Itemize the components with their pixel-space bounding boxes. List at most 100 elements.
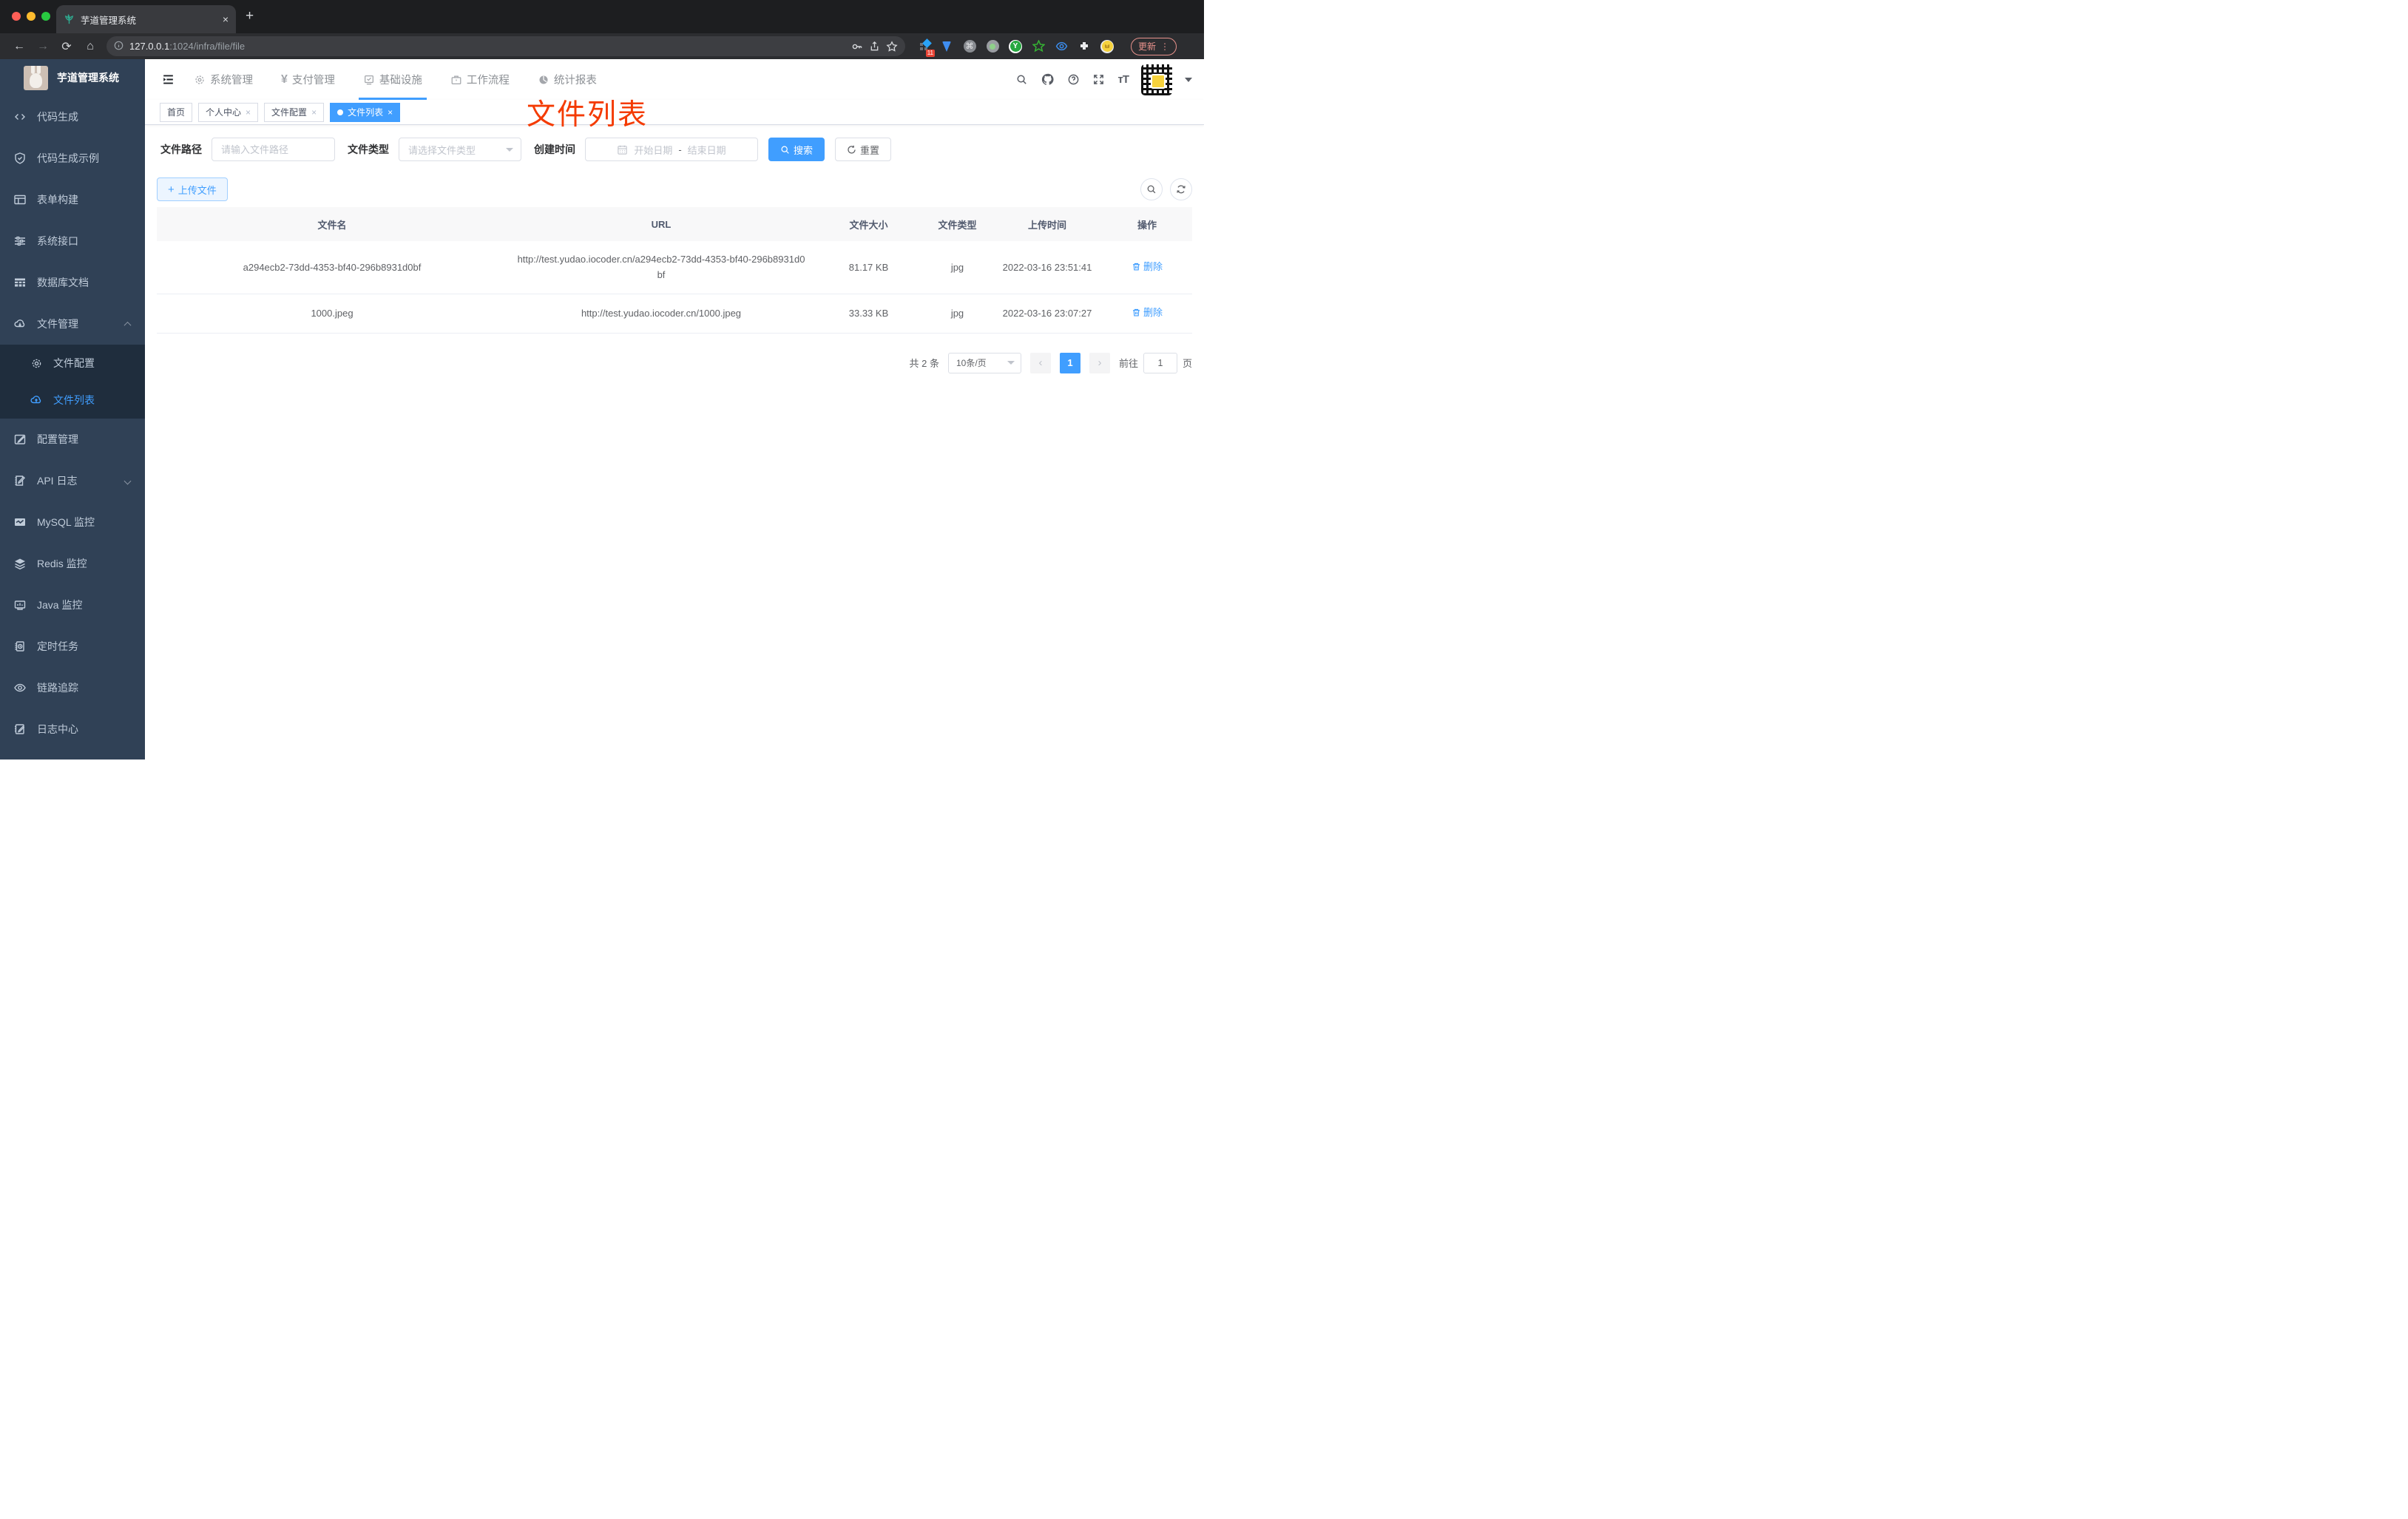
file-path-input[interactable]	[221, 143, 325, 155]
search-icon[interactable]	[1015, 73, 1028, 86]
file-type-select[interactable]: 请选择文件类型	[399, 138, 521, 161]
sidebar-item-db-doc[interactable]: 数据库文档	[0, 262, 145, 303]
site-info-icon[interactable]	[114, 41, 124, 53]
reload-icon[interactable]: ⟳	[55, 39, 78, 54]
extension-eye-icon[interactable]	[1055, 40, 1068, 53]
monitor-icon	[13, 598, 27, 612]
sidebar-item-tracing[interactable]: 链路追踪	[0, 667, 145, 708]
tag-file-config[interactable]: 文件配置 ×	[264, 102, 325, 122]
file-path-field[interactable]	[212, 138, 335, 161]
minimize-window-button[interactable]	[27, 12, 35, 21]
cloud-upload-icon	[30, 393, 43, 407]
extensions-puzzle-icon[interactable]	[1078, 40, 1091, 53]
sidebar-group-api-log[interactable]: API 日志	[0, 460, 145, 501]
font-size-icon[interactable]: тT	[1117, 73, 1129, 86]
next-page-button[interactable]: ›	[1089, 352, 1110, 373]
sidebar-item-log-center[interactable]: 日志中心	[0, 708, 145, 750]
tab-close-icon[interactable]: ×	[223, 13, 229, 25]
close-window-button[interactable]	[12, 12, 21, 21]
prev-page-button[interactable]: ‹	[1029, 352, 1051, 373]
close-icon[interactable]: ×	[246, 107, 251, 118]
page-size-select[interactable]: 10条/页	[947, 352, 1021, 373]
col-file-type: 文件类型	[922, 207, 992, 241]
sidebar-item-system-api[interactable]: 系统接口	[0, 220, 145, 262]
browser-tab-strip: 芋道管理系统 × +	[0, 0, 1204, 33]
note-edit-icon	[13, 723, 27, 736]
address-bar[interactable]: 127.0.0.1:1024/infra/file/file	[106, 36, 905, 56]
back-icon[interactable]: ←	[7, 40, 31, 53]
github-icon[interactable]	[1041, 72, 1055, 87]
goto-page-input[interactable]	[1143, 353, 1177, 373]
sidebar-item-file-list[interactable]: 文件列表	[0, 382, 145, 419]
help-icon[interactable]	[1067, 73, 1080, 86]
password-key-icon[interactable]	[851, 41, 863, 53]
date-range-picker[interactable]: 开始日期 - 结束日期	[585, 138, 758, 161]
gear-icon	[30, 356, 43, 370]
refresh-table-button[interactable]	[1170, 178, 1192, 200]
calendar-icon	[617, 144, 628, 155]
browser-menu-dots-icon[interactable]: ⋮	[1160, 41, 1169, 52]
top-menu-system[interactable]: 系统管理	[194, 59, 253, 100]
chevron-down-icon	[506, 147, 513, 152]
close-icon[interactable]: ×	[388, 107, 393, 118]
sidebar-item-scheduled-tasks[interactable]: 定时任务	[0, 626, 145, 667]
sidebar-item-file-config[interactable]: 文件配置	[0, 345, 145, 382]
tag-home[interactable]: 首页	[160, 102, 193, 122]
avatar-qr[interactable]	[1141, 64, 1172, 95]
reset-button[interactable]: 重置	[835, 138, 892, 161]
browser-update-button[interactable]: 更新 ⋮	[1131, 37, 1177, 55]
top-menu-reports[interactable]: 统计报表	[538, 59, 597, 100]
briefcase-icon	[451, 75, 461, 84]
code-icon	[13, 110, 27, 124]
extension-y-icon[interactable]: Y	[1009, 39, 1022, 53]
end-date-placeholder[interactable]: 结束日期	[688, 143, 726, 157]
collapse-sidebar-icon[interactable]	[155, 67, 180, 92]
extension-star-icon[interactable]	[1032, 40, 1045, 53]
extension-command-icon[interactable]: ⌘	[963, 40, 976, 53]
table-row[interactable]: a294ecb2-73dd-4353-bf40-296b8931d0bf htt…	[157, 241, 1192, 294]
fullscreen-icon[interactable]	[1092, 73, 1105, 86]
favicon-plant-icon	[64, 13, 75, 25]
file-type-label: 文件类型	[348, 143, 389, 155]
zoom-window-button[interactable]	[41, 12, 50, 21]
search-button[interactable]: 搜索	[768, 138, 825, 161]
browser-tab[interactable]: 芋道管理系统 ×	[56, 5, 236, 33]
sidebar-item-code-gen[interactable]: 代码生成	[0, 96, 145, 138]
top-menu-infrastructure[interactable]: 基础设施	[358, 59, 427, 100]
start-date-placeholder[interactable]: 开始日期	[634, 143, 672, 157]
browser-toolbar: ← → ⟳ ⌂ 127.0.0.1:1024/infra/file/file 1…	[0, 33, 1204, 59]
sidebar-logo[interactable]: 芋道管理系统	[0, 59, 145, 96]
close-icon[interactable]: ×	[311, 107, 317, 118]
sidebar-item-redis-monitor[interactable]: Redis 监控	[0, 543, 145, 584]
upload-file-button[interactable]: + 上传文件	[157, 177, 228, 201]
tag-profile[interactable]: 个人中心 ×	[198, 102, 259, 122]
delete-button[interactable]: 删除	[1132, 259, 1163, 274]
avatar-caret-down-icon[interactable]	[1185, 77, 1192, 82]
sidebar-item-config-management[interactable]: 配置管理	[0, 419, 145, 460]
forward-icon[interactable]: →	[31, 40, 55, 53]
sidebar-item-form-builder[interactable]: 表单构建	[0, 179, 145, 220]
top-menu-payment[interactable]: ¥ 支付管理	[281, 59, 335, 100]
extension-kite-icon[interactable]	[940, 40, 953, 53]
toggle-search-button[interactable]	[1140, 178, 1163, 200]
table-row[interactable]: 1000.jpeg http://test.yudao.iocoder.cn/1…	[157, 294, 1192, 334]
tag-file-list[interactable]: 文件列表 ×	[330, 102, 401, 122]
delete-button[interactable]: 删除	[1132, 305, 1163, 320]
sidebar-item-java-monitor[interactable]: Java 监控	[0, 584, 145, 626]
sidebar-item-code-demo[interactable]: 代码生成示例	[0, 138, 145, 179]
trash-icon	[1133, 308, 1140, 317]
eye-icon	[13, 681, 27, 694]
extension-tabs-icon[interactable]: 11	[917, 38, 935, 57]
sidebar-group-file-management[interactable]: 文件管理	[0, 303, 145, 345]
goto-label: 前往	[1118, 358, 1138, 370]
top-menu-workflow[interactable]: 工作流程	[450, 59, 510, 100]
shield-check-icon	[13, 152, 27, 165]
page-1-button[interactable]: 1	[1059, 352, 1080, 373]
home-icon[interactable]: ⌂	[78, 40, 102, 53]
sidebar-item-mysql-monitor[interactable]: MySQL 监控	[0, 501, 145, 543]
extension-grey-dot-icon[interactable]	[986, 40, 999, 53]
new-tab-button[interactable]: +	[246, 9, 254, 23]
bookmark-star-icon[interactable]	[886, 40, 898, 53]
profile-emoji-icon[interactable]: ㅂ	[1100, 39, 1114, 53]
share-icon[interactable]	[869, 41, 880, 52]
